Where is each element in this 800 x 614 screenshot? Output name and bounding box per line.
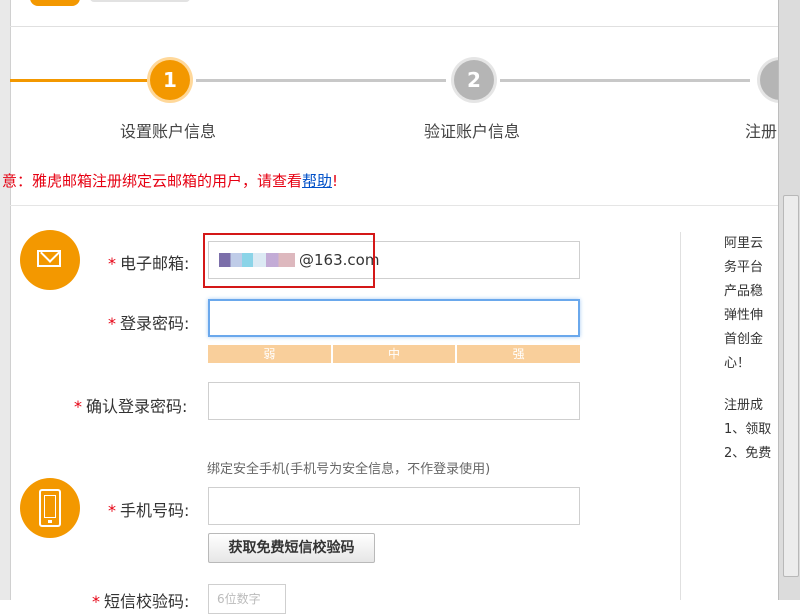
mail-icon [20, 230, 80, 290]
notice-suffix: ! [332, 172, 339, 190]
sidebar-line: 2、免费 [724, 446, 772, 461]
email-highlight-box [203, 233, 375, 288]
page-header-strip [10, 0, 778, 27]
get-sms-code-button[interactable]: 获取免费短信校验码 [208, 533, 375, 563]
step-3-label: 注册 [745, 122, 778, 141]
vertical-scrollbar[interactable] [778, 0, 800, 600]
strength-strong: 强 [457, 345, 581, 363]
sidebar-line: 弹性伸 [724, 308, 764, 323]
sidebar-line: 1、领取 [724, 422, 772, 437]
yahoo-migration-notice: 意：雅虎邮箱注册绑定云邮箱的用户，请查看帮助! [2, 170, 338, 191]
header-watermark [90, 0, 190, 2]
progress-line-complete [10, 79, 150, 82]
required-mark: * [108, 254, 116, 273]
sidebar-line: 心！ [724, 356, 751, 371]
section-divider [10, 205, 778, 206]
step-1-label: 设置账户信息 [120, 122, 217, 141]
step-2-label: 验证账户信息 [424, 122, 521, 141]
phone-label: * 手机号码: [108, 501, 190, 520]
sidebar-line: 产品稳 [724, 284, 764, 299]
confirm-password-label: * 确认登录密码: [74, 397, 188, 416]
sms-code-field[interactable]: 6位数字 [208, 584, 286, 614]
sidebar-line: 注册成 [724, 398, 764, 413]
step-2-circle: 2 [454, 60, 494, 100]
sidebar-line: 务平台 [724, 260, 764, 275]
notice-text: 意：雅虎邮箱注册绑定云邮箱的用户，请查看 [2, 172, 303, 190]
sms-code-label: * 短信校验码: [92, 592, 190, 611]
confirm-password-field[interactable] [208, 382, 580, 420]
phone-number-field[interactable] [208, 487, 580, 525]
left-window-edge [0, 0, 11, 600]
strength-weak: 弱 [208, 345, 333, 363]
scrollbar-thumb[interactable] [783, 195, 799, 577]
password-strength-meter: 弱 中 强 [208, 345, 581, 363]
sidebar-divider [680, 232, 681, 600]
help-link[interactable]: 帮助 [302, 172, 332, 190]
strength-medium: 中 [332, 345, 458, 363]
email-label: * 电子邮箱: [108, 254, 190, 273]
phone-hint: 绑定安全手机(手机号为安全信息，不作登录使用) [207, 462, 491, 477]
sidebar-line: 阿里云 [724, 236, 764, 251]
logo-icon [30, 0, 80, 6]
password-field[interactable] [208, 299, 580, 337]
promo-sidebar: 阿里云 务平台 产品稳 弹性伸 首创金 心！ 注册成 1、领取 2、免费 [724, 232, 778, 466]
phone-icon [20, 478, 80, 538]
password-label: * 登录密码: [108, 314, 190, 333]
progress-line-pending [196, 79, 446, 82]
progress-line-pending-2 [500, 79, 750, 82]
sidebar-line: 首创金 [724, 332, 764, 347]
step-1-circle: 1 [150, 60, 190, 100]
